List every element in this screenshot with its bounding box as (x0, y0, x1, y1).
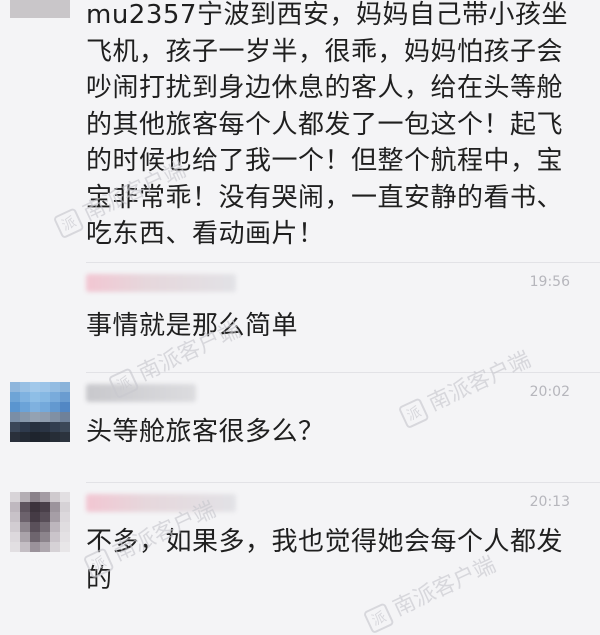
avatar[interactable] (10, 492, 70, 552)
comment-item: 20:13 不多，如果多，我也觉得她会每个人都发的 (0, 482, 600, 619)
username (86, 494, 236, 512)
username (86, 384, 196, 402)
comment-item: 19:56 事情就是那么简单 (0, 262, 600, 372)
comment-time: 20:02 (529, 384, 570, 400)
comment-text: 事情就是那么简单 (86, 311, 299, 341)
username (86, 274, 236, 292)
avatar[interactable] (10, 382, 70, 442)
comment-time: 19:56 (529, 274, 570, 290)
avatar[interactable] (10, 0, 70, 18)
comment-item: mu2357宁波到西安，妈妈自己带小孩坐飞机，孩子一岁半，很乖，妈妈怕孩子会吵闹… (0, 0, 600, 262)
comment-item: 20:02 头等舱旅客很多么？ (0, 372, 600, 482)
comment-text: 不多，如果多，我也觉得她会每个人都发的 (86, 527, 564, 594)
comment-time: 20:13 (529, 494, 570, 510)
comment-text: mu2357宁波到西安，妈妈自己带小孩坐飞机，孩子一岁半，很乖，妈妈怕孩子会吵闹… (86, 0, 568, 249)
comment-text: 头等舱旅客很多么？ (86, 417, 325, 447)
